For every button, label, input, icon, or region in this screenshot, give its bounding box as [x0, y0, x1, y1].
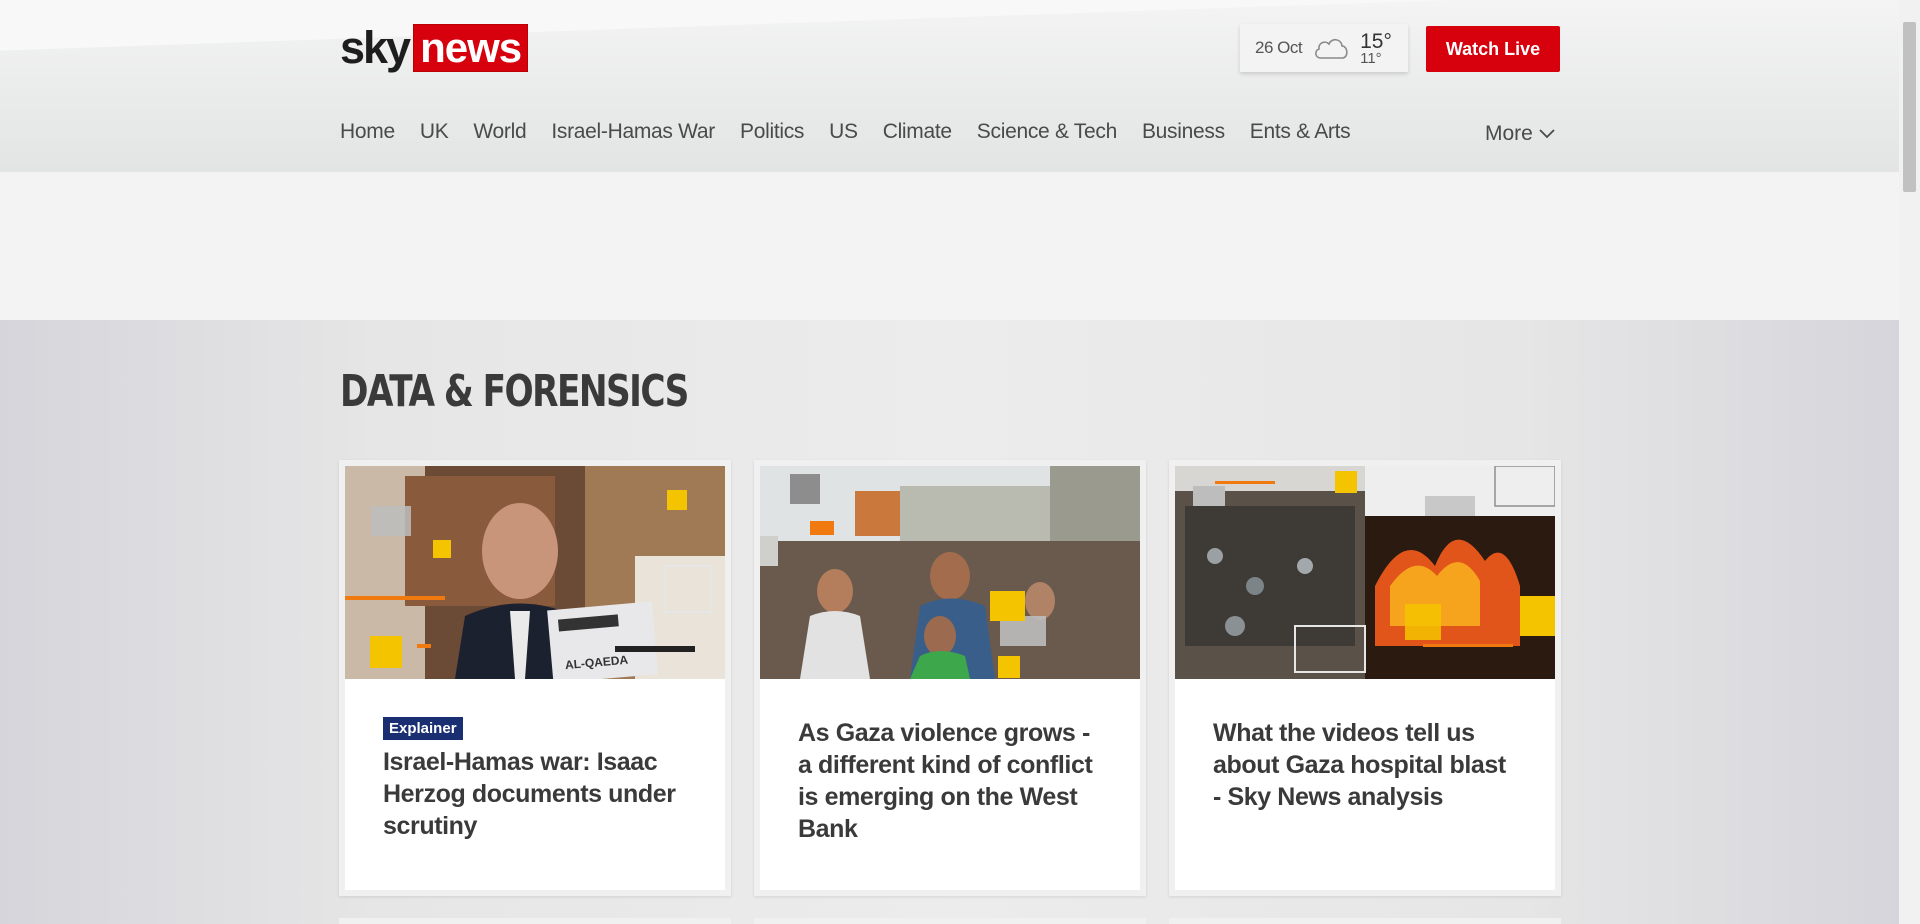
next-row-card-stub	[1169, 918, 1561, 924]
cloud-icon	[1315, 38, 1348, 59]
temp-high: 15°	[1360, 29, 1392, 53]
header-sheen	[0, 0, 1899, 52]
sky-news-logo[interactable]: sky news	[340, 22, 529, 73]
blast-footage-photo	[1175, 466, 1555, 679]
nav-item-politics[interactable]: Politics	[740, 120, 804, 144]
weather-widget[interactable]: 26 Oct 15° 11°	[1240, 24, 1408, 72]
nav-item-israel-hamas-war[interactable]: Israel-Hamas War	[551, 120, 715, 144]
nav-item-us[interactable]: US	[829, 120, 858, 144]
card-body: Explainer Israel-Hamas war: Isaac Herzog…	[345, 679, 725, 842]
page-scrollbar[interactable]	[1899, 0, 1920, 924]
nav-more-button[interactable]: More	[1485, 122, 1555, 146]
ad-slot	[0, 172, 1899, 320]
nav-item-world[interactable]: World	[473, 120, 526, 144]
nav-item-science-tech[interactable]: Science & Tech	[977, 120, 1117, 144]
nav-item-business[interactable]: Business	[1142, 120, 1225, 144]
main-nav: Home UK World Israel-Hamas War Politics …	[340, 120, 1375, 144]
temp-low: 11°	[1360, 49, 1382, 67]
article-headline[interactable]: Israel-Hamas war: Isaac Herzog documents…	[383, 746, 687, 842]
nav-more-label: More	[1485, 122, 1533, 145]
article-card-herzog[interactable]: AL-QAEDA Explainer Israel-Hamas war: Isa…	[339, 460, 731, 896]
next-row-card-stub	[754, 918, 1146, 924]
section-title: DATA & FORENSICS	[340, 366, 689, 417]
chevron-down-icon	[1539, 129, 1555, 139]
article-image	[760, 466, 1140, 679]
nav-item-uk[interactable]: UK	[420, 120, 449, 144]
article-image: AL-QAEDA	[345, 466, 725, 679]
nav-item-home[interactable]: Home	[340, 120, 395, 144]
next-row-card-stub	[339, 918, 731, 924]
card-body: As Gaza violence grows - a different kin…	[760, 679, 1140, 845]
weather-temps: 15° 11°	[1360, 31, 1392, 66]
herzog-photo: AL-QAEDA	[345, 466, 725, 679]
article-headline[interactable]: What the videos tell us about Gaza hospi…	[1213, 717, 1517, 813]
watch-live-button[interactable]: Watch Live	[1426, 26, 1560, 72]
scrollbar-thumb[interactable]	[1903, 22, 1916, 192]
nav-item-ents-arts[interactable]: Ents & Arts	[1250, 120, 1351, 144]
explainer-badge: Explainer	[383, 717, 463, 740]
card-body: What the videos tell us about Gaza hospi…	[1175, 679, 1555, 813]
logo-sky-text: sky	[340, 22, 411, 73]
weather-date: 26 Oct	[1255, 38, 1303, 57]
protest-photo	[760, 466, 1140, 679]
article-image	[1175, 466, 1555, 679]
article-card-west-bank[interactable]: As Gaza violence grows - a different kin…	[754, 460, 1146, 896]
article-card-hospital-blast[interactable]: What the videos tell us about Gaza hospi…	[1169, 460, 1561, 896]
logo-news-text: news	[413, 24, 529, 72]
nav-item-climate[interactable]: Climate	[883, 120, 952, 144]
article-headline[interactable]: As Gaza violence grows - a different kin…	[798, 717, 1102, 845]
site-header: sky news 26 Oct 15° 11° Watch Live Home …	[0, 0, 1899, 172]
